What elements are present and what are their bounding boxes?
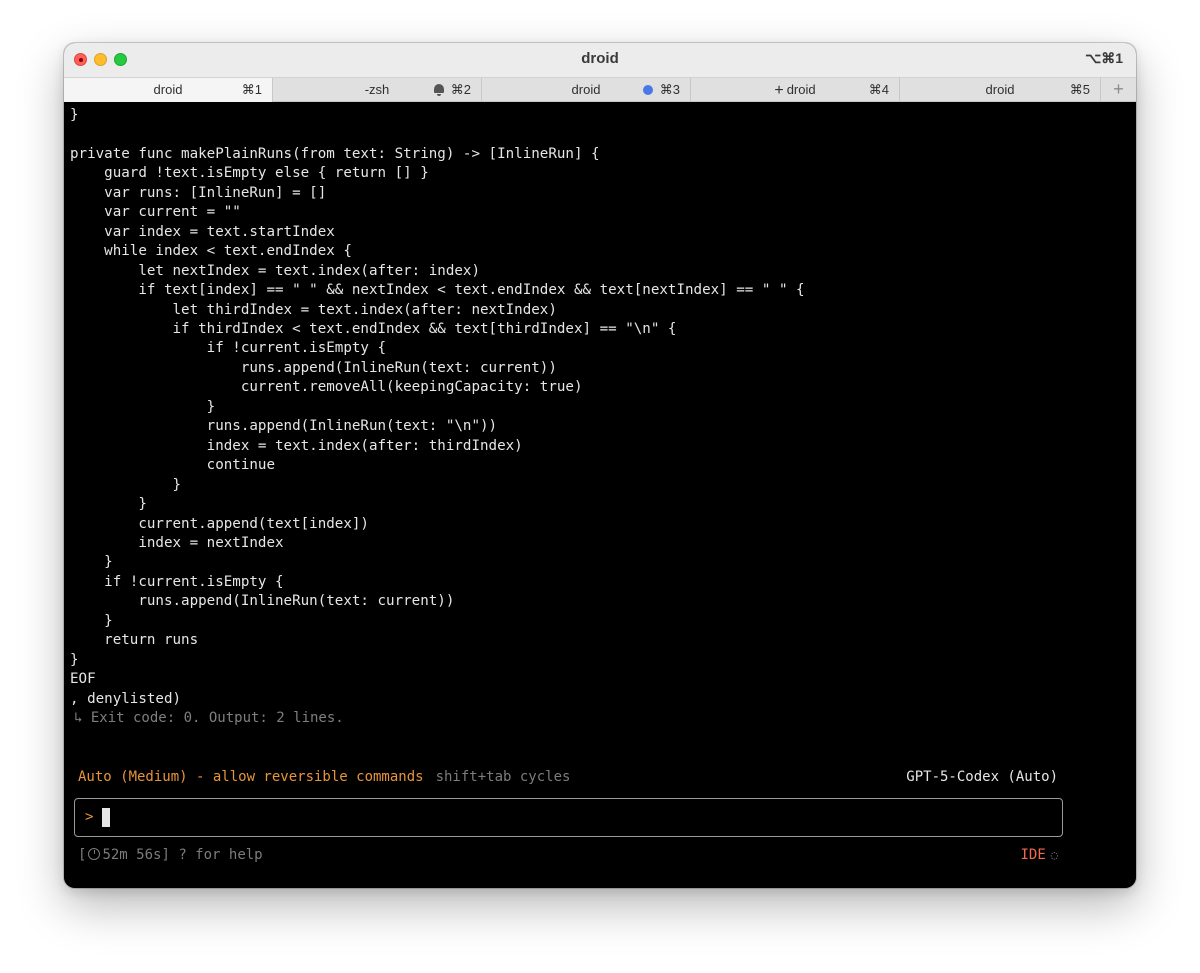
command-output: } private func makePlainRuns(from text: … <box>70 107 805 707</box>
bell-icon <box>434 84 444 96</box>
session-status: [52m 56s] ? for help <box>78 847 263 863</box>
tab-bar: droid ⌘1 -zsh ⌘2 droid ⌘3 + droid ⌘4 droi… <box>64 77 1136 102</box>
title-bar: droid ⌥⌘1 <box>64 43 1136 77</box>
clock-icon <box>88 848 101 860</box>
elapsed-time: 52m 56s] <box>102 847 170 863</box>
help-hint: ? for help <box>178 847 263 863</box>
window-title: droid <box>581 50 619 67</box>
tab-label: droid <box>786 82 816 97</box>
tab-5[interactable]: droid ⌘5 <box>899 78 1100 102</box>
activity-dot-icon <box>643 85 653 95</box>
tab-shortcut: ⌘1 <box>241 82 262 97</box>
ide-status[interactable]: IDE ◌ <box>1020 847 1058 863</box>
mode-hint: shift+tab cycles <box>435 769 571 785</box>
tab-3[interactable]: droid ⌘3 <box>481 78 690 102</box>
spinner-icon: ◌ <box>1050 848 1058 862</box>
tab-shortcut: ⌘2 <box>450 82 471 97</box>
exit-status: ↳ Exit code: 0. Output: 2 lines. <box>74 710 344 726</box>
tab-shortcut: ⌘4 <box>868 82 889 97</box>
new-tab-button[interactable]: + <box>1100 78 1136 102</box>
text-cursor <box>102 808 110 827</box>
mode-label: Auto (Medium) - allow reversible command… <box>78 769 424 785</box>
autonomy-mode: Auto (Medium) - allow reversible command… <box>78 769 570 785</box>
tab-4[interactable]: + droid ⌘4 <box>690 78 899 102</box>
tab-2[interactable]: -zsh ⌘2 <box>272 78 481 102</box>
prompt-input[interactable]: > <box>74 798 1063 837</box>
terminal-window: droid ⌥⌘1 droid ⌘1 -zsh ⌘2 droid ⌘3 + dro… <box>64 43 1136 888</box>
model-indicator: GPT-5-Codex (Auto) <box>906 769 1058 785</box>
terminal-content[interactable]: } private func makePlainRuns(from text: … <box>64 102 1136 888</box>
window-shortcut: ⌥⌘1 <box>1085 50 1123 66</box>
tab-shortcut: ⌘3 <box>659 82 680 97</box>
plus-icon: + <box>774 82 784 99</box>
ide-label: IDE <box>1020 847 1046 863</box>
elapsed-bracket: [ <box>78 847 87 863</box>
prompt-symbol: > <box>85 809 94 825</box>
tab-1[interactable]: droid ⌘1 <box>64 78 272 102</box>
tab-shortcut: ⌘5 <box>1069 82 1090 97</box>
